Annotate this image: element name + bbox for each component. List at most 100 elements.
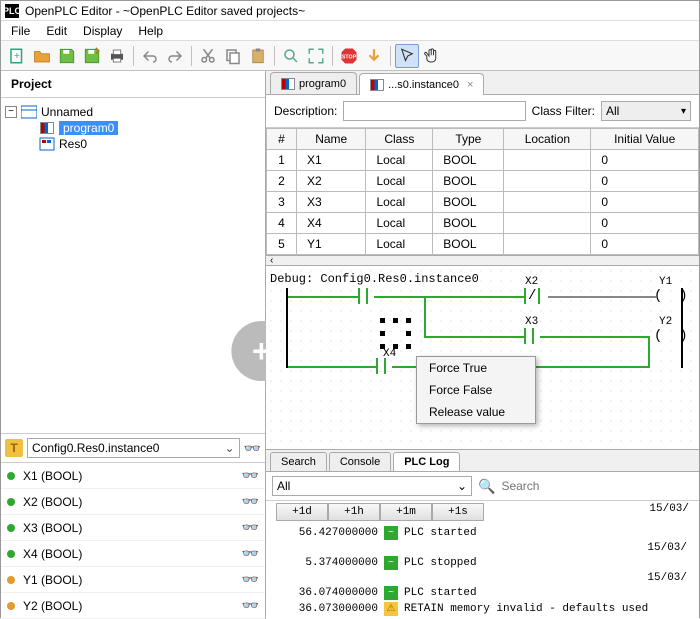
watch-icon[interactable]: 👓 (242, 545, 259, 562)
variable-row[interactable]: X3 (BOOL) 👓 (1, 515, 265, 541)
left-panel: Project − Unnamed program0 Res0 + (1, 71, 266, 619)
grid-scrollbar[interactable] (266, 256, 699, 266)
time-button[interactable]: +1d (276, 503, 328, 521)
variable-name: X2 (BOOL) (23, 495, 242, 509)
status-dot (7, 472, 15, 480)
log-line: 15/03/ (266, 571, 699, 585)
hand-button[interactable] (420, 44, 444, 68)
log-filter-select[interactable]: All (272, 476, 472, 496)
plc-log-panel: All 🔍 +1d+1h+1m+1s15/03/ 56.427000000~PL… (266, 471, 699, 619)
ok-icon: ~ (384, 586, 398, 600)
log-line: 36.073000000⚠RETAIN memory invalid - def… (266, 601, 699, 617)
grid-header[interactable]: # (267, 129, 297, 150)
tree-item-program0[interactable]: program0 (59, 121, 118, 135)
menu-force-false[interactable]: Force False (417, 379, 535, 401)
watch-icon[interactable]: 👓 (242, 467, 259, 484)
status-dot (7, 602, 15, 610)
grid-row[interactable]: 2X2LocalBOOL0 (267, 171, 699, 192)
log-date: 15/03/ (649, 503, 689, 521)
find-button[interactable] (279, 44, 303, 68)
contact-x2-label: X2 (525, 276, 538, 288)
saveas-button[interactable] (80, 44, 104, 68)
ok-icon: ~ (384, 526, 398, 540)
variable-row[interactable]: X4 (BOOL) 👓 (1, 541, 265, 567)
variable-row[interactable]: X2 (BOOL) 👓 (1, 489, 265, 515)
pointer-button[interactable] (395, 44, 419, 68)
download-button[interactable] (362, 44, 386, 68)
stop-button[interactable]: STOP (337, 44, 361, 68)
tab-console[interactable]: Console (329, 452, 391, 471)
menu-edit[interactable]: Edit (38, 22, 75, 40)
close-icon[interactable]: × (467, 79, 473, 91)
editor-tabs: program0...s0.instance0× (266, 71, 699, 95)
project-tree[interactable]: − Unnamed program0 Res0 (1, 98, 265, 433)
editor-tab[interactable]: program0 (270, 72, 357, 94)
menubar: File Edit Display Help (1, 21, 699, 41)
selection-handles[interactable] (380, 318, 412, 350)
fullscreen-button[interactable] (304, 44, 328, 68)
menu-file[interactable]: File (3, 22, 38, 40)
variable-row[interactable]: Y1 (BOOL) 👓 (1, 567, 265, 593)
project-icon (21, 105, 37, 119)
program-icon (370, 79, 384, 91)
watch-icon[interactable]: 👓 (242, 493, 259, 510)
menu-force-true[interactable]: Force True (417, 357, 535, 379)
contact-x3-label: X3 (525, 316, 538, 328)
tree-root-label[interactable]: Unnamed (41, 105, 93, 119)
description-label: Description: (274, 104, 337, 118)
variable-row[interactable]: Y2 (BOOL) 👓 (1, 593, 265, 619)
print-button[interactable] (105, 44, 129, 68)
variable-name: X3 (BOOL) (23, 521, 242, 535)
variable-name: Y1 (BOOL) (23, 573, 242, 587)
class-filter-select[interactable]: All (601, 101, 691, 121)
grid-row[interactable]: 4X4LocalBOOL0 (267, 213, 699, 234)
new-button[interactable]: + (5, 44, 29, 68)
editor-tab[interactable]: ...s0.instance0× (359, 73, 484, 95)
watch-icon[interactable]: 👓 (242, 597, 259, 614)
log-search-input[interactable] (501, 476, 693, 496)
time-button[interactable]: +1h (328, 503, 380, 521)
undo-button[interactable] (138, 44, 162, 68)
context-menu: Force True Force False Release value (416, 356, 536, 424)
time-button[interactable]: +1m (380, 503, 432, 521)
ok-icon: ~ (384, 556, 398, 570)
instance-select-value: Config0.Res0.instance0 (32, 441, 159, 455)
tree-toggle-root[interactable]: − (5, 106, 17, 118)
watch-icon[interactable]: 👓 (242, 571, 259, 588)
redo-button[interactable] (163, 44, 187, 68)
grid-header[interactable]: Class (366, 129, 433, 150)
grid-row[interactable]: 1X1LocalBOOL0 (267, 150, 699, 171)
menu-help[interactable]: Help (130, 22, 171, 40)
save-button[interactable] (55, 44, 79, 68)
log-line: 36.074000000~PLC started (266, 585, 699, 601)
grid-header[interactable]: Name (297, 129, 366, 150)
variable-grid[interactable]: #NameClassTypeLocationInitial Value1X1Lo… (266, 128, 699, 256)
grid-row[interactable]: 3X3LocalBOOL0 (267, 192, 699, 213)
class-filter-label: Class Filter: (532, 104, 595, 118)
tab-plclog[interactable]: PLC Log (393, 452, 460, 471)
paste-button[interactable] (246, 44, 270, 68)
instance-select[interactable]: Config0.Res0.instance0 (27, 438, 240, 458)
time-buttons: +1d+1h+1m+1s 15/03/ (266, 501, 699, 523)
grid-header[interactable]: Initial Value (591, 129, 699, 150)
program-icon (39, 121, 55, 135)
grid-header[interactable]: Type (433, 129, 504, 150)
grid-header[interactable]: Location (504, 129, 591, 150)
right-panel: program0...s0.instance0× Description: Cl… (266, 71, 699, 619)
grid-row[interactable]: 5Y1LocalBOOL0 (267, 234, 699, 255)
debug-icon[interactable]: 👓 (244, 440, 261, 457)
titlebar: PLC OpenPLC Editor - ~OpenPLC Editor sav… (1, 1, 699, 21)
description-input[interactable] (343, 101, 525, 121)
open-button[interactable] (30, 44, 54, 68)
debug-label: Debug: Config0.Res0.instance0 (270, 272, 479, 286)
copy-button[interactable] (221, 44, 245, 68)
time-button[interactable]: +1s (432, 503, 484, 521)
tab-search[interactable]: Search (270, 452, 327, 471)
tree-item-res0[interactable]: Res0 (59, 137, 87, 151)
menu-display[interactable]: Display (75, 22, 130, 40)
variable-row[interactable]: X1 (BOOL) 👓 (1, 463, 265, 489)
variable-name: Y2 (BOOL) (23, 599, 242, 613)
menu-release-value[interactable]: Release value (417, 401, 535, 423)
watch-icon[interactable]: 👓 (242, 519, 259, 536)
cut-button[interactable] (196, 44, 220, 68)
